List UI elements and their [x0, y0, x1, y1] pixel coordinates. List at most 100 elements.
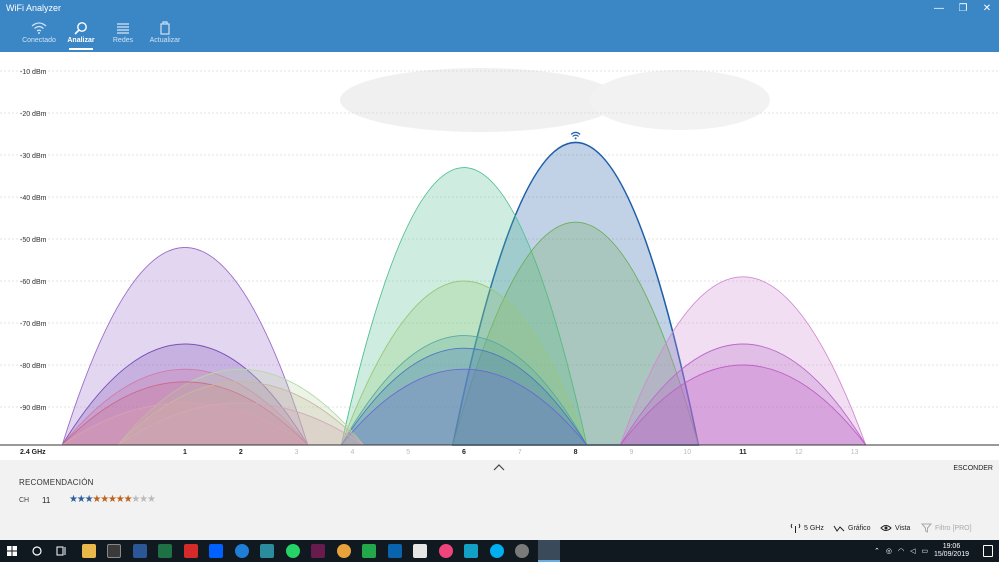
rating-star: ★ [131, 494, 141, 505]
word-icon[interactable] [133, 544, 147, 558]
y-tick-label: -90 dBm [20, 405, 47, 412]
app-title: WiFi Analyzer [6, 3, 62, 13]
recommendation-title: RECOMENDACIÓN [19, 478, 94, 487]
taskbar-clock[interactable]: 19:06 15/09/2019 [934, 543, 969, 559]
band-label: 5 GHz [804, 524, 824, 532]
chart-button[interactable]: Gráfico [833, 523, 871, 533]
x-tick-label: 9 [629, 449, 633, 456]
window-controls: — ❐ ✕ [927, 0, 999, 16]
y-tick-label: -60 dBm [20, 279, 47, 286]
restore-button[interactable]: ❐ [951, 0, 975, 16]
y-tick-label: -50 dBm [20, 237, 47, 244]
edge-icon[interactable] [235, 544, 249, 558]
rating-star: ★ [76, 494, 86, 505]
eye-icon [880, 525, 892, 531]
x-tick-label: 1 [183, 449, 187, 456]
whatsapp-icon[interactable] [286, 544, 300, 558]
rating-star: ★ [84, 494, 94, 505]
signal-chart: -10 dBm -20 dBm -30 dBm -40 dBm -50 dBm -60 d… [0, 52, 999, 460]
rating-stars: ★ ★ ★ ★ ★ ★ ★ ★ ★ ★ ★ [69, 494, 156, 505]
file-explorer-icon[interactable] [82, 544, 96, 558]
rating-star: ★ [100, 494, 110, 505]
nav-redes[interactable]: Redes [101, 16, 145, 52]
clock-time: 19:06 [942, 543, 961, 550]
x-tick-label: 11 [739, 449, 747, 456]
photos-icon[interactable] [260, 544, 274, 558]
nav-label: Conectado [22, 37, 56, 44]
band-label: 2.4 GHz [20, 449, 46, 456]
outlook-icon[interactable] [388, 544, 402, 558]
pinned-app-icon[interactable] [464, 544, 478, 558]
wifi-analyzer-task-icon[interactable] [538, 540, 560, 562]
filter-label: Filtro [PRO] [935, 524, 972, 532]
excel-icon[interactable] [158, 544, 172, 558]
windows-start-icon[interactable] [7, 546, 17, 556]
hide-button[interactable]: ESCONDER [953, 465, 993, 472]
tray-wifi-icon[interactable]: ◠ [898, 547, 904, 555]
magnifier-icon [74, 22, 87, 35]
recommendation-panel: RECOMENDACIÓN CH 11 ★ ★ ★ ★ ★ ★ ★ ★ ★ ★ ★ [0, 476, 999, 516]
nav-label: Analizar [67, 37, 95, 44]
document-icon[interactable] [413, 544, 427, 558]
y-tick-label: -70 dBm [20, 321, 47, 328]
nav-label: Actualizar [149, 37, 181, 44]
itunes-icon[interactable] [439, 544, 453, 558]
clock-date: 15/09/2019 [933, 551, 969, 558]
nav-actualizar[interactable]: Actualizar [143, 16, 187, 52]
windows-taskbar: ⌃ ◎ ◠ ◁ ▭ 19:06 15/09/2019 [0, 540, 999, 562]
x-tick-label: 7 [518, 449, 522, 456]
search-icon[interactable] [31, 545, 43, 557]
system-tray: ⌃ ◎ ◠ ◁ ▭ [874, 540, 928, 562]
background-blur [590, 70, 770, 130]
x-tick-label: 6 [462, 449, 466, 456]
y-tick-label: -30 dBm [20, 153, 47, 160]
band-toggle-button[interactable]: 5 GHz [790, 523, 824, 533]
chart-wave-icon [833, 525, 845, 532]
fs-app-icon[interactable] [184, 544, 198, 558]
y-tick-label: -10 dBm [20, 69, 47, 76]
green-app-icon[interactable] [362, 544, 376, 558]
filter-icon [921, 523, 932, 533]
tray-network-icon[interactable]: ◎ [886, 547, 892, 555]
skype-icon[interactable] [490, 544, 504, 558]
chrome-icon[interactable] [337, 544, 351, 558]
x-tick-label: 2 [239, 449, 243, 456]
rating-star: ★ [107, 494, 117, 505]
connected-wifi-icon [570, 131, 581, 140]
notification-icon[interactable] [983, 545, 993, 557]
x-tick-label: 8 [574, 449, 578, 456]
x-tick-label: 5 [406, 449, 410, 456]
x-tick-label: 13 [851, 449, 859, 456]
title-bar: WiFi Analyzer — ❐ ✕ [0, 0, 999, 16]
view-button[interactable]: Vista [880, 523, 910, 533]
nav-analizar[interactable]: Analizar [59, 16, 103, 52]
wifi-icon [31, 22, 47, 34]
y-tick-label: -80 dBm [20, 363, 47, 370]
bottom-app-bar: 5 GHz Gráfico Vista Filtro [PRO] [0, 516, 999, 540]
minimize-button[interactable]: — [927, 0, 951, 16]
nav-label: Redes [112, 37, 134, 44]
rating-star: ★ [146, 494, 156, 505]
collapse-row: ESCONDER [0, 460, 999, 476]
tray-chevron-icon[interactable]: ⌃ [874, 547, 880, 555]
rating-star: ★ [69, 494, 78, 505]
x-tick-label: 10 [683, 449, 691, 456]
view-label: Vista [895, 524, 911, 532]
tray-volume-icon[interactable]: ◁ [910, 547, 915, 555]
tray-language-icon[interactable]: ▭ [921, 547, 928, 555]
chart-label: Gráfico [848, 524, 871, 532]
channel-label: CH [19, 497, 30, 504]
nav-conectado[interactable]: Conectado [17, 16, 61, 52]
y-tick-label: -20 dBm [20, 111, 47, 118]
terminal-icon[interactable] [107, 544, 121, 558]
x-tick-label: 4 [350, 449, 354, 456]
chevron-up-icon[interactable] [493, 463, 505, 471]
script-app-icon[interactable] [311, 544, 325, 558]
top-navigation: Conectado Analizar Redes Actualizar [0, 16, 999, 52]
filter-button[interactable]: Filtro [PRO] [921, 523, 972, 533]
task-view-icon[interactable] [56, 546, 68, 556]
dropbox-icon[interactable] [209, 544, 223, 558]
background-blur [340, 68, 620, 132]
close-button[interactable]: ✕ [975, 0, 999, 16]
network-app-icon[interactable] [515, 544, 529, 558]
